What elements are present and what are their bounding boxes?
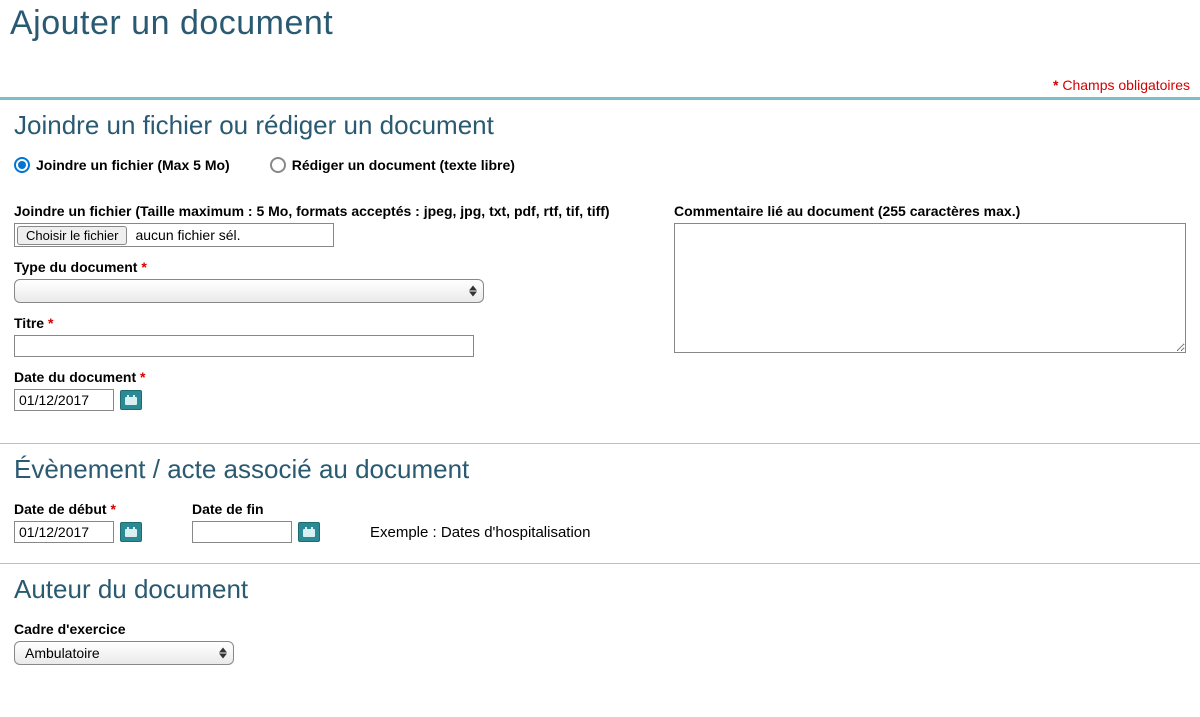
chevron-updown-icon <box>469 286 477 297</box>
calendar-icon[interactable] <box>120 522 142 542</box>
end-date-label: Date de fin <box>192 501 320 517</box>
event-example-text: Exemple : Dates d'hospitalisation <box>370 524 590 543</box>
setting-label: Cadre d'exercice <box>14 621 1186 637</box>
setting-select[interactable]: Ambulatoire <box>14 641 234 665</box>
choose-file-button[interactable]: Choisir le fichier <box>17 226 127 245</box>
chevron-updown-icon <box>219 648 227 659</box>
doc-date-input[interactable] <box>14 389 114 411</box>
doc-type-select[interactable] <box>14 279 484 303</box>
comment-label: Commentaire lié au document (255 caractè… <box>674 203 1186 219</box>
author-section-title: Auteur du document <box>14 574 1186 605</box>
radio-icon[interactable] <box>14 157 30 173</box>
comment-textarea[interactable] <box>674 223 1186 353</box>
file-status-text: aucun fichier sél. <box>129 227 240 243</box>
calendar-icon[interactable] <box>120 390 142 410</box>
author-section: Auteur du document Cadre d'exercice Ambu… <box>0 564 1200 697</box>
file-input-label: Joindre un fichier (Taille maximum : 5 M… <box>14 203 634 219</box>
page-title: Ajouter un document <box>0 0 1200 57</box>
radio-write-label: Rédiger un document (texte libre) <box>292 157 515 173</box>
event-section-title: Évènement / acte associé au document <box>14 454 1186 485</box>
setting-value: Ambulatoire <box>25 645 100 661</box>
title-label: Titre * <box>14 315 634 331</box>
calendar-icon[interactable] <box>298 522 320 542</box>
title-input[interactable] <box>14 335 474 357</box>
attach-section-title: Joindre un fichier ou rédiger un documen… <box>14 110 1186 141</box>
start-date-label: Date de début * <box>14 501 142 517</box>
radio-attach-file[interactable]: Joindre un fichier (Max 5 Mo) <box>14 157 230 173</box>
doc-date-label: Date du document * <box>14 369 634 385</box>
radio-icon[interactable] <box>270 157 286 173</box>
radio-write-doc[interactable]: Rédiger un document (texte libre) <box>270 157 515 173</box>
required-fields-note: * Champs obligatoires <box>0 57 1200 97</box>
doc-type-label: Type du document * <box>14 259 634 275</box>
radio-attach-label: Joindre un fichier (Max 5 Mo) <box>36 157 230 173</box>
file-input[interactable]: Choisir le fichier aucun fichier sél. <box>14 223 334 247</box>
start-date-input[interactable] <box>14 521 114 543</box>
end-date-input[interactable] <box>192 521 292 543</box>
attach-section: Joindre un fichier ou rédiger un documen… <box>0 100 1200 443</box>
event-section: Évènement / acte associé au document Dat… <box>0 444 1200 563</box>
